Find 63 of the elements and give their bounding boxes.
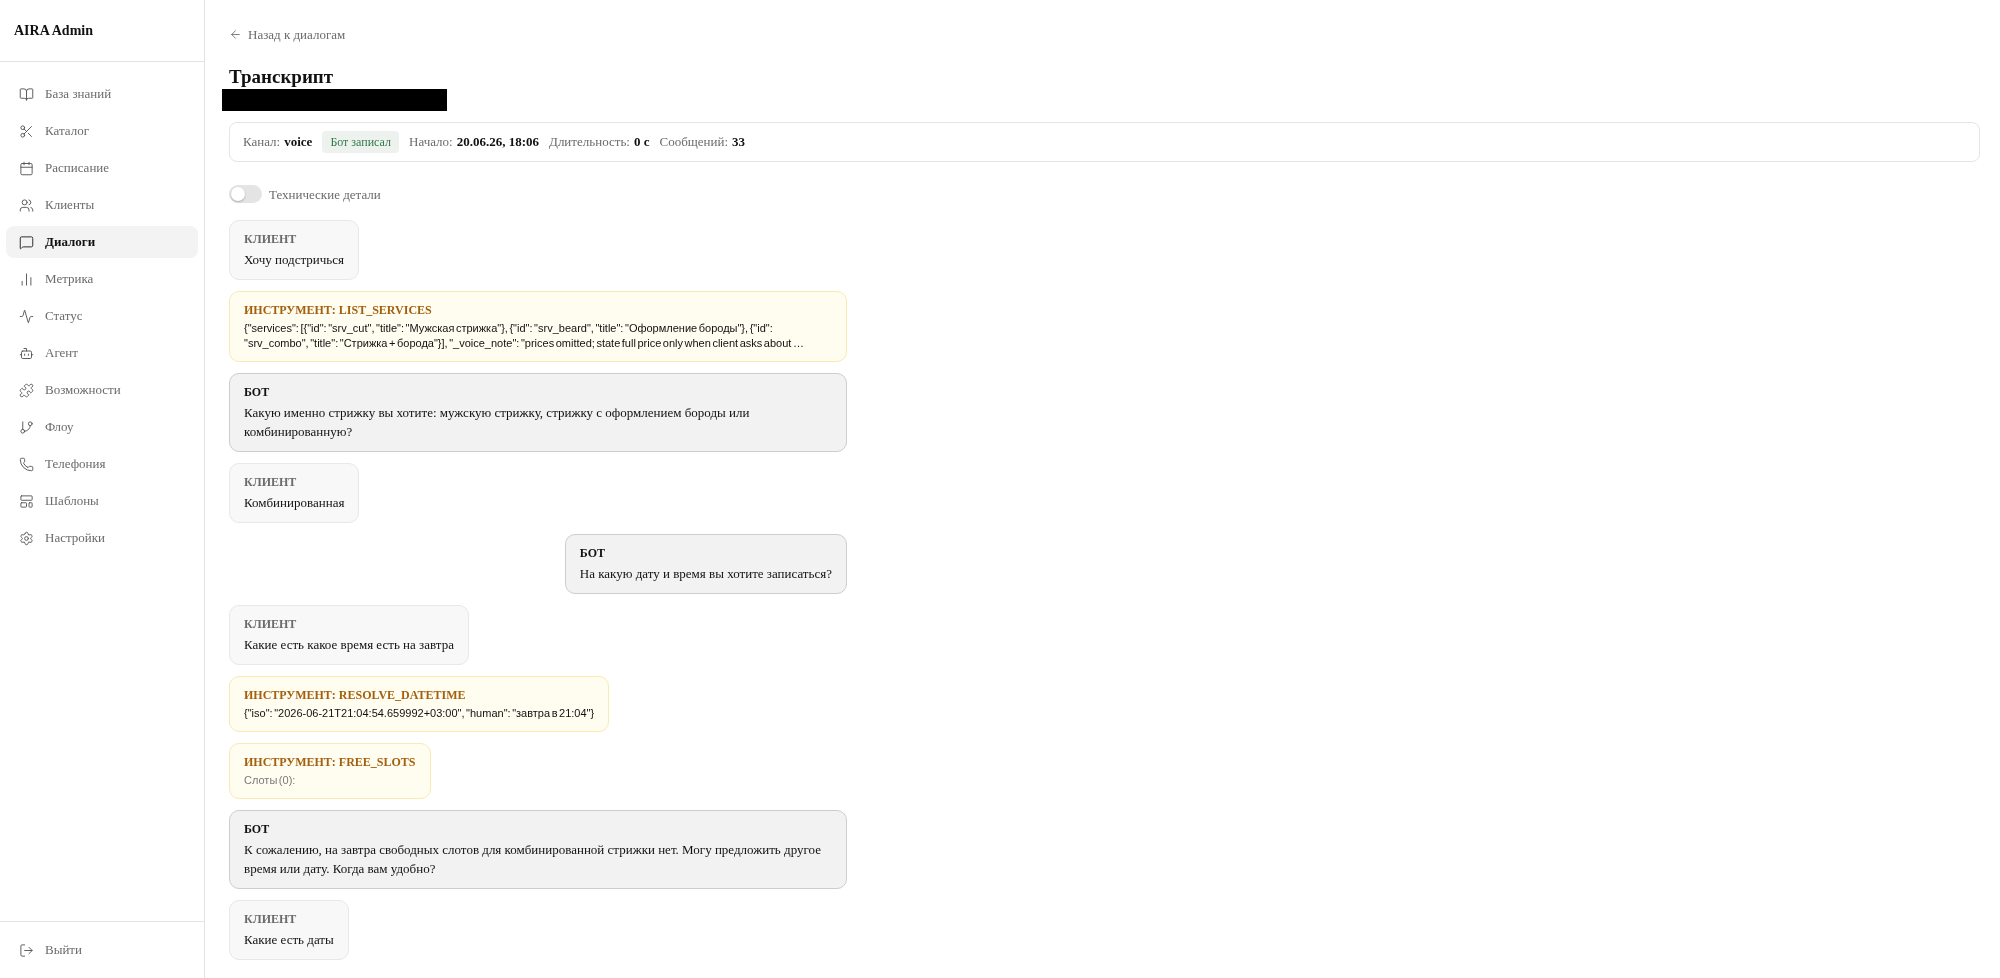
message-role: БОТ [579,545,605,561]
bar-chart-icon [19,271,34,287]
book-icon [19,86,34,102]
message-text: К сожалению, на завтра свободных слотов для комбинированной стрижки нет. Могу предложить другое время или дату. Когда вам удобно? [244,841,822,878]
message-text: Какие есть даты [244,931,334,949]
nav-item[interactable]: Шаблоны [6,485,198,517]
robot-icon [19,345,34,361]
message-text: {"services": [{"id": "srv_cut", "title": "Мужская стрижка"}, {"id": "srv_beard", "title": "Оформление бороды"}, {"id": "srv_combo", "title": "Стрижка + борода"}], "_voice_note": "prices omitted; state full price only when client asks about … [244,321,805,351]
nav-item[interactable]: Диалоги [6,226,198,258]
nav-item[interactable]: Флоу [6,411,198,443]
nav-item[interactable]: Возможности [6,374,198,406]
message-role: КЛИЕНТ [244,911,297,927]
toggle-label: Технические детали [269,185,381,204]
info-label: Канал: [243,132,281,151]
status-badge: Бот записал [322,130,399,153]
info-value: 20.06.26, 18:06 [456,132,539,151]
nav-item[interactable]: База знаний [6,78,198,110]
nav-item[interactable]: Настройки [6,522,198,554]
brand-title: AIRA Admin [14,22,93,40]
toggle-switch[interactable] [229,185,262,204]
nav-item[interactable]: Телефония [6,448,198,480]
nav-item[interactable]: Метрика [6,263,198,295]
puzzle-icon [19,382,34,398]
chat-bubble-icon [19,234,34,250]
info-label: Длительность: [549,132,630,151]
info-value: 0 с [633,132,650,151]
info-value: 33 [732,132,746,151]
nav-item[interactable]: Каталог [6,115,198,147]
calendar-icon [19,160,34,176]
message-text: Хочу подстричься [244,251,344,269]
logout-button[interactable]: Выйти [6,934,82,966]
message-text: Слоты (0): [244,773,297,788]
scissors-icon [19,123,34,139]
users-icon [19,197,34,213]
message-text: Какую именно стрижку вы хотите: мужскую стрижку, стрижку с оформлением бороды или комбинированную? [244,404,751,441]
page-title: Транскрипт [229,65,334,88]
message-role: ИНСТРУМЕНТ: RESOLVE_DATETIME [244,687,466,703]
nav-item[interactable]: Статус [6,300,198,332]
info-value: voice [284,132,313,151]
arrow-left-icon [229,28,242,42]
message-role: КЛИЕНТ [244,616,297,632]
nav-item[interactable]: Агент [6,337,198,369]
phone-icon [19,456,34,472]
message-text: На какую дату и время вы хотите записаться? [579,565,832,583]
message-text: Какие есть какое время есть на завтра [244,636,454,654]
layout-icon [19,493,34,509]
settings-icon [19,530,34,546]
message-role: БОТ [244,821,270,837]
message-role: ИНСТРУМЕНТ: LIST_SERVICES [244,302,432,318]
message-role: КЛИЕНТ [244,474,297,490]
back-link[interactable]: Назад к диалогам [229,25,346,45]
message-text: {"iso": "2026-06-21T21:04:54.659992+03:00", "human": "завтра в 21:04"} [244,706,595,721]
nav-item[interactable]: Расписание [6,152,198,184]
message-role: КЛИЕНТ [244,231,297,247]
branch-icon [19,419,34,435]
info-label: Сообщений: [659,132,729,151]
message-text: Комбинированная [244,494,345,512]
nav-item[interactable]: Клиенты [6,189,198,221]
pulse-line-icon [19,308,34,324]
info-label: Начало: [409,132,453,151]
message-role: ИНСТРУМЕНТ: FREE_SLOTS [244,754,416,770]
logout-icon [19,942,34,958]
message-role: БОТ [244,384,270,400]
